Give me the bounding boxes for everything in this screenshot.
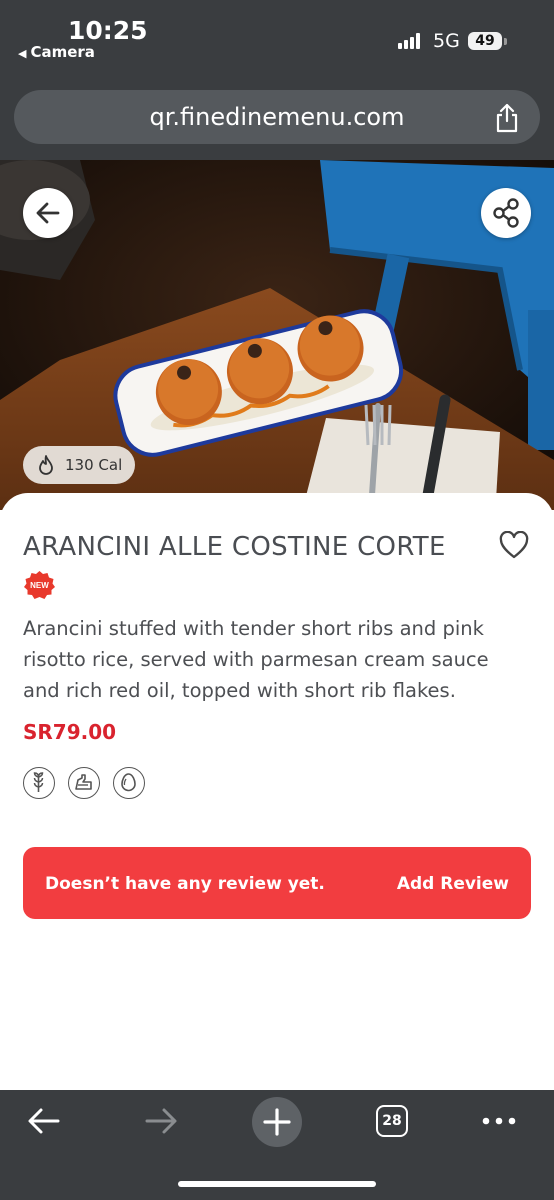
heart-icon[interactable]: [499, 531, 529, 559]
clock: 10:25: [68, 16, 148, 45]
dish-title: ARANCINI ALLE COSTINE CORTE: [23, 532, 446, 562]
calories-badge: 130 Cal: [23, 446, 135, 484]
wheat-icon: [33, 772, 44, 792]
dish-description: Arancini stuffed with tender short ribs …: [23, 617, 489, 702]
dairy-icon: [75, 774, 92, 790]
browser-address-area: qr.finedinemenu.com: [0, 80, 554, 160]
new-tab-plus-icon[interactable]: [251, 1096, 303, 1148]
status-bar: 10:25 ◀ Camera 5G 49: [0, 0, 554, 80]
flame-icon: [39, 455, 53, 475]
address-bar[interactable]: qr.finedinemenu.com: [14, 90, 540, 144]
add-review-button[interactable]: Add Review: [397, 874, 509, 894]
share-icon[interactable]: [494, 103, 520, 133]
browser-back-icon[interactable]: [26, 1106, 62, 1136]
back-to-app-link[interactable]: ◀ Camera: [18, 43, 95, 61]
arrow-left-icon: [36, 202, 60, 224]
battery-icon: 49: [468, 32, 502, 50]
more-menu-icon[interactable]: [481, 1116, 517, 1126]
dish-price: SR79.00: [23, 720, 117, 744]
new-badge: NEW: [23, 570, 56, 600]
allergen-egg: [113, 767, 145, 799]
cellular-signal-icon: [398, 33, 424, 49]
review-banner: Doesn’t have any review yet. Add Review: [23, 847, 531, 919]
back-app-label: Camera: [30, 43, 95, 61]
share-nodes-icon: [493, 198, 519, 228]
new-badge-label: NEW: [30, 581, 49, 590]
network-type: 5G: [433, 30, 460, 52]
battery-tip: [504, 38, 507, 45]
back-button[interactable]: [23, 188, 73, 238]
home-indicator[interactable]: [178, 1181, 376, 1187]
allergen-wheat: [23, 767, 55, 799]
allergen-dairy: [68, 767, 100, 799]
tab-switcher-button[interactable]: 28: [376, 1105, 408, 1137]
url-text[interactable]: qr.finedinemenu.com: [14, 103, 540, 131]
browser-forward-icon[interactable]: [143, 1106, 179, 1136]
new-badge-icon: NEW: [24, 571, 55, 599]
back-triangle-icon: ◀: [18, 47, 27, 60]
share-dish-button[interactable]: [481, 188, 531, 238]
calories-text: 130 Cal: [65, 456, 123, 474]
egg-icon: [121, 773, 136, 792]
no-review-text: Doesn’t have any review yet.: [45, 874, 325, 894]
